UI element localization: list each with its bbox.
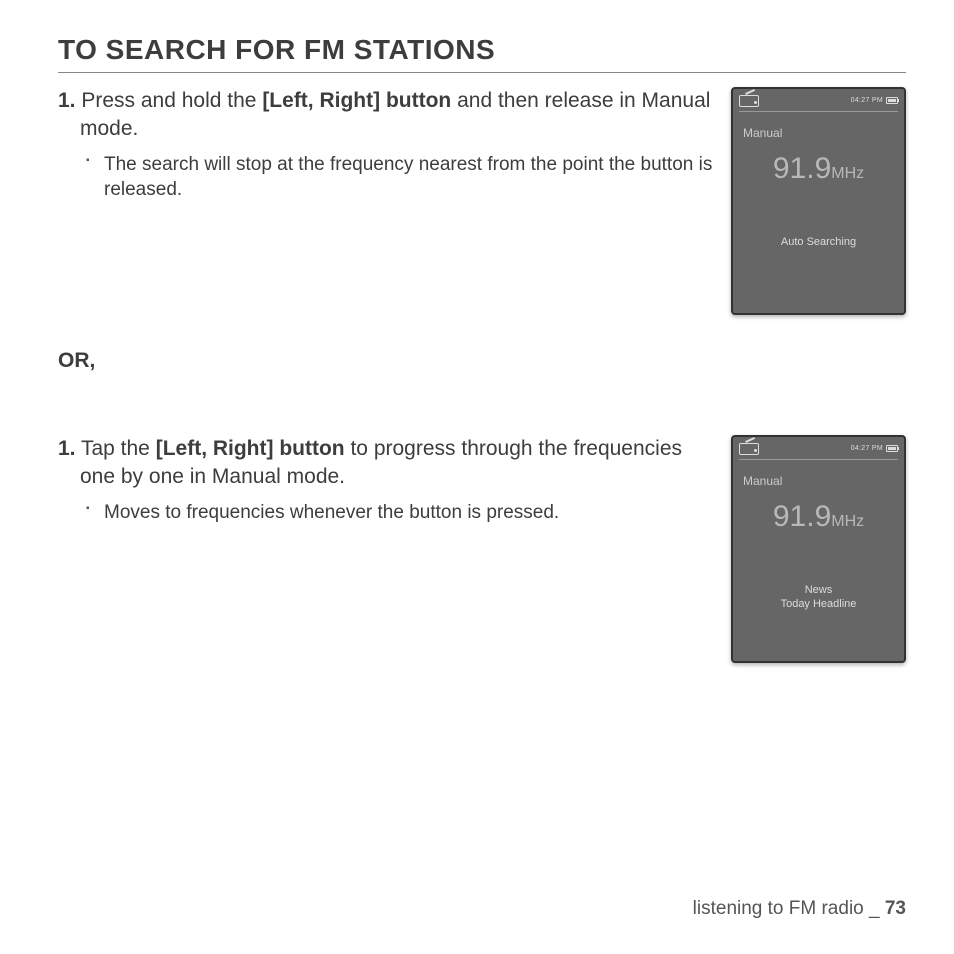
step-2-bullet: Moves to frequencies whenever the button… (86, 500, 713, 526)
mode-label: Manual (733, 114, 904, 144)
section-1: 1. Press and hold the [Left, Right] butt… (58, 87, 906, 315)
section-2: 1. Tap the [Left, Right] button to progr… (58, 435, 906, 663)
status-text: Auto Searching (733, 230, 904, 254)
frequency-dial (733, 188, 904, 230)
step-2-text: 1. Tap the [Left, Right] button to progr… (58, 435, 713, 492)
battery-icon (886, 97, 898, 104)
step-number: 1. (58, 89, 76, 112)
device-screenshot-2: 04:27 PM Manual 91.9MHz News Today Headl… (731, 435, 906, 663)
step-number: 1. (58, 437, 76, 460)
frequency-display: 91.9MHz (733, 144, 904, 188)
status-text: News Today Headline (733, 578, 904, 616)
status-time: 04:27 PM (851, 445, 883, 452)
status-time: 04:27 PM (851, 97, 883, 104)
battery-icon (886, 445, 898, 452)
frequency-display: 91.9MHz (733, 492, 904, 536)
radio-icon (739, 93, 759, 107)
page-title: TO SEARCH FOR FM STATIONS (58, 34, 906, 73)
step-1-bullet: The search will stop at the frequency ne… (86, 152, 713, 203)
step-1-text: 1. Press and hold the [Left, Right] butt… (58, 87, 713, 144)
mode-label: Manual (733, 462, 904, 492)
or-separator: OR, (58, 349, 906, 373)
frequency-dial (733, 536, 904, 578)
page-footer: listening to FM radio _ 73 (693, 898, 906, 920)
radio-icon (739, 441, 759, 455)
device-screenshot-1: 04:27 PM Manual 91.9MHz Auto Searching (731, 87, 906, 315)
